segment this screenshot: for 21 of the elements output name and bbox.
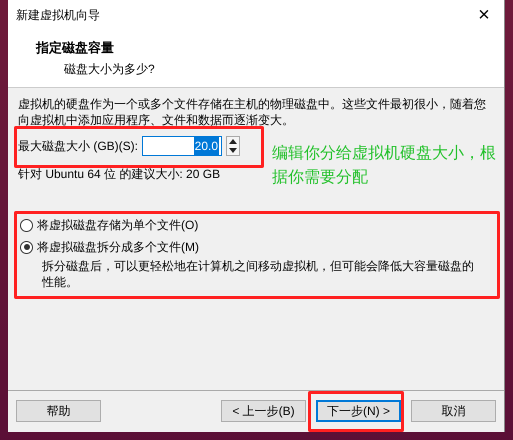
dialog-button[interactable]: < 上一步(B)	[221, 400, 306, 422]
dialog-button[interactable]: 取消	[411, 400, 496, 422]
radio-button[interactable]	[20, 218, 33, 232]
recommendation-text: 针对 Ubuntu 64 位 的建议大小: 20 GB	[18, 166, 220, 183]
step-subtitle: 磁盘大小为多少?	[64, 60, 156, 78]
field-label: 最大磁盘大小 (GB)(S):	[18, 138, 138, 155]
dialog-button[interactable]: 下一步(N) >	[316, 400, 401, 422]
down-arrow-icon[interactable]	[229, 148, 237, 153]
radio-label[interactable]: 将虚拟磁盘存储为单个文件(O)	[37, 216, 198, 234]
description-text: 虚拟机的硬盘作为一个或多个文件存储在主机的物理磁盘中。这些文件最初很小，随着您向虚拟机中添加应用程序、文件和数据而逐渐变大。	[18, 96, 487, 128]
spin-input-field[interactable]: 20.0	[142, 136, 222, 156]
option-description: 拆分磁盘后，可以更轻松地在计算机之间移动虚拟机，但可能会降低大容量磁盘的性能。	[42, 258, 475, 290]
spin-buttons[interactable]	[226, 136, 240, 156]
close-button[interactable]: ×	[464, 0, 504, 30]
annotation-text: 编辑你分给虚拟机硬盘大小，根据你需要分配	[272, 144, 497, 188]
radio-button[interactable]	[20, 240, 33, 254]
up-arrow-icon[interactable]	[229, 139, 237, 144]
help-button[interactable]: 帮助	[16, 400, 101, 422]
step-title: 指定磁盘容量	[36, 39, 115, 57]
radio-label[interactable]: 将虚拟磁盘拆分成多个文件(M)	[37, 238, 199, 256]
window-title: 新建虚拟机向导	[16, 7, 100, 24]
